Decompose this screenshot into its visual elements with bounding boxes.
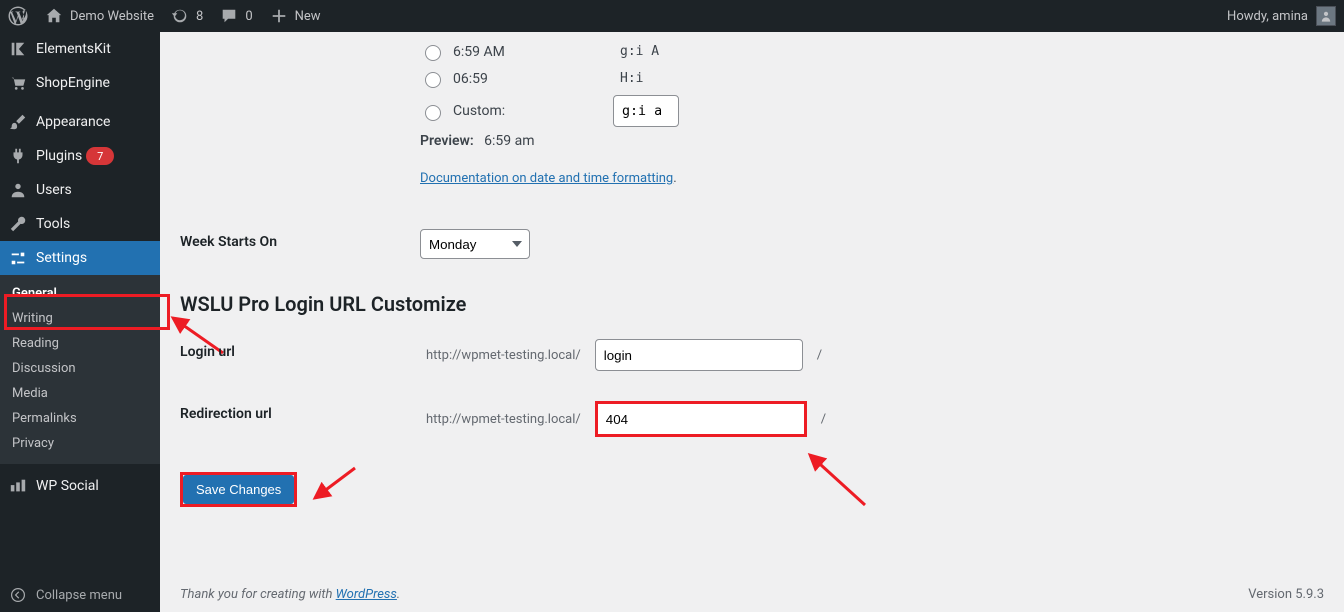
time-format-custom-input[interactable] <box>613 95 679 127</box>
submenu-privacy[interactable]: Privacy <box>0 431 160 456</box>
howdy-prefix: Howdy, <box>1227 9 1269 24</box>
time-format-option-2[interactable]: 06:59 H:i <box>420 68 1314 89</box>
redirection-url-prefix: http://wpmet-testing.local/ <box>420 407 587 432</box>
wp-logo[interactable] <box>0 0 36 32</box>
submenu-settings: General Writing Reading Discussion Media… <box>0 275 160 464</box>
account-name: amina <box>1272 9 1308 24</box>
date-time-doc-link[interactable]: Documentation on date and time formattin… <box>420 171 673 186</box>
menu-appearance-label: Appearance <box>36 114 110 130</box>
time-format-label-custom: Custom: <box>453 103 613 119</box>
collapse-icon <box>8 585 28 605</box>
footer-thanks: Thank you for creating with WordPress. <box>180 587 400 602</box>
plugins-count-badge: 7 <box>86 147 114 165</box>
time-format-code-2: H:i <box>613 68 650 89</box>
wslu-heading: WSLU Pro Login URL Customize <box>180 292 1324 316</box>
home-icon <box>44 6 64 26</box>
ek-icon <box>8 39 28 59</box>
time-format-label-2: 06:59 <box>453 71 613 87</box>
collapse-label: Collapse menu <box>36 588 122 603</box>
submenu-writing[interactable]: Writing <box>0 306 160 331</box>
time-format-radio-2[interactable] <box>425 72 441 88</box>
time-format-preview-label: Preview: <box>420 133 474 149</box>
save-changes-button[interactable]: Save Changes <box>183 475 294 504</box>
account[interactable]: Howdy, amina <box>1219 0 1344 32</box>
comments-count: 0 <box>245 9 252 24</box>
plus-icon <box>269 6 289 26</box>
time-format-label-1: 6:59 AM <box>453 44 613 60</box>
week-starts-select[interactable]: Monday <box>420 229 530 259</box>
footer-version: Version 5.9.3 <box>1248 587 1324 602</box>
collapse-menu[interactable]: Collapse menu <box>0 578 160 612</box>
menu-elementskit-label: ElementsKit <box>36 41 111 57</box>
update-icon <box>170 6 190 26</box>
menu-wpsocial[interactable]: WP Social <box>0 469 160 503</box>
user-icon <box>8 180 28 200</box>
redirection-url-input[interactable] <box>595 401 807 437</box>
submenu-discussion[interactable]: Discussion <box>0 356 160 381</box>
comment-icon <box>219 6 239 26</box>
redirection-url-row: http://wpmet-testing.local/ / <box>420 401 1314 437</box>
menu-users-label: Users <box>36 182 72 198</box>
comments[interactable]: 0 <box>211 0 260 32</box>
menu-appearance[interactable]: Appearance <box>0 105 160 139</box>
redirection-url-suffix: / <box>815 407 832 432</box>
menu-users[interactable]: Users <box>0 173 160 207</box>
time-format-radio-1[interactable] <box>425 45 441 61</box>
menu-settings-label: Settings <box>36 250 87 266</box>
new-content[interactable]: New <box>261 0 329 32</box>
menu-settings[interactable]: Settings <box>0 241 160 275</box>
updates-count: 8 <box>196 9 203 24</box>
site-name-label: Demo Website <box>70 9 154 24</box>
site-name[interactable]: Demo Website <box>36 0 162 32</box>
submenu-media[interactable]: Media <box>0 381 160 406</box>
submenu-general[interactable]: General <box>0 281 160 306</box>
time-format-radio-custom[interactable] <box>425 105 441 121</box>
sliders-icon <box>8 248 28 268</box>
avatar-icon <box>1316 6 1336 26</box>
time-format-code-1: g:i A <box>613 41 666 62</box>
time-format-preview-value: 6:59 am <box>484 133 534 149</box>
menu-tools[interactable]: Tools <box>0 207 160 241</box>
menu-elementskit[interactable]: ElementsKit <box>0 32 160 66</box>
login-url-suffix: / <box>811 343 828 368</box>
share-icon <box>8 476 28 496</box>
menu-plugins-label: Plugins <box>36 148 82 164</box>
time-format-option-custom[interactable]: Custom: <box>420 95 1314 127</box>
new-label: New <box>295 9 321 24</box>
submenu-permalinks[interactable]: Permalinks <box>0 406 160 431</box>
time-format-option-1[interactable]: 6:59 AM g:i A <box>420 41 1314 62</box>
plug-icon <box>8 146 28 166</box>
menu-plugins[interactable]: Plugins 7 <box>0 139 160 173</box>
wordpress-icon <box>8 6 28 26</box>
menu-shopengine[interactable]: ShopEngine <box>0 66 160 100</box>
menu-wpsocial-label: WP Social <box>36 478 99 494</box>
login-url-input[interactable] <box>595 339 803 371</box>
annotation-box-save: Save Changes <box>180 472 297 507</box>
wrench-icon <box>8 214 28 234</box>
brush-icon <box>8 112 28 132</box>
menu-tools-label: Tools <box>36 216 70 232</box>
cart-icon <box>8 73 28 93</box>
menu-shopengine-label: ShopEngine <box>36 75 110 91</box>
redirection-url-label: Redirection url <box>180 406 272 422</box>
updates[interactable]: 8 <box>162 0 211 32</box>
login-url-label: Login url <box>180 344 235 360</box>
footer-wordpress-link[interactable]: WordPress <box>336 587 397 602</box>
submenu-reading[interactable]: Reading <box>0 331 160 356</box>
login-url-row: http://wpmet-testing.local/ / <box>420 339 1314 371</box>
week-starts-label: Week Starts On <box>180 234 277 250</box>
login-url-prefix: http://wpmet-testing.local/ <box>420 343 587 368</box>
